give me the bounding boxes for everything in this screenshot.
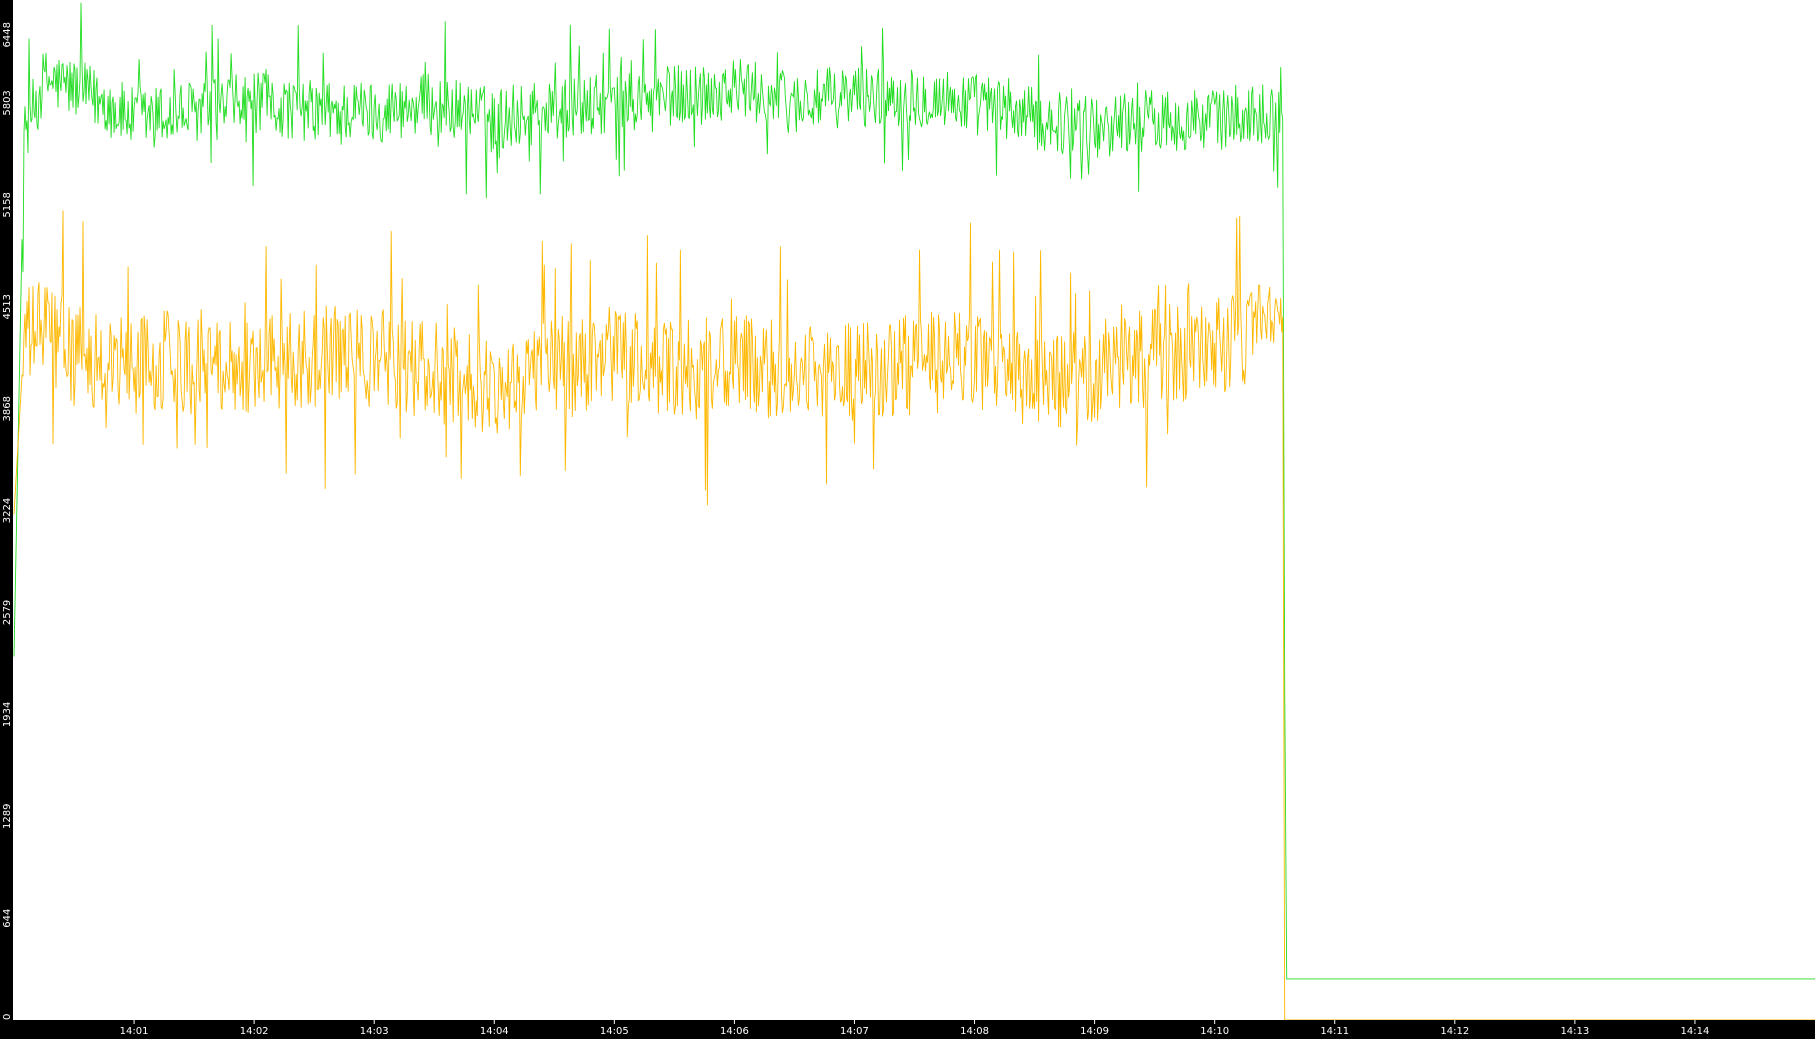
y-tick-label: 0	[2, 1014, 13, 1020]
y-tick-label: 3868	[2, 396, 13, 421]
line-chart: 0 644 1289 1934 2579 3224 3868 4513 5158 5803 6448…	[0, 0, 1815, 1039]
y-tick-label: 5158	[2, 192, 13, 217]
x-tick-label: 14:12	[1440, 1026, 1469, 1037]
y-tick-label: 1934	[2, 702, 13, 727]
x-tick-label: 14:08	[960, 1026, 989, 1037]
y-tick-label: 2579	[2, 600, 13, 625]
x-tick-label: 14:13	[1560, 1026, 1589, 1037]
x-tick-label: 14:11	[1320, 1026, 1349, 1037]
x-tick-label: 14:09	[1080, 1026, 1109, 1037]
y-tick-label: 6448	[2, 22, 13, 47]
y-tick-label: 1289	[2, 804, 13, 829]
plot-background	[0, 0, 1815, 1039]
x-tick-label: 14:14	[1681, 1026, 1710, 1037]
x-tick-label: 14:07	[840, 1026, 869, 1037]
x-tick-label: 14:01	[120, 1026, 149, 1037]
y-tick-label: 3224	[2, 498, 13, 523]
chart-svg: 0 644 1289 1934 2579 3224 3868 4513 5158 5803 6448…	[0, 0, 1815, 1039]
x-tick-label: 14:05	[600, 1026, 629, 1037]
x-tick-label: 14:02	[240, 1026, 269, 1037]
y-tick-label: 4513	[2, 294, 13, 319]
x-tick-label: 14:04	[480, 1026, 509, 1037]
x-tick-label: 14:03	[360, 1026, 389, 1037]
y-tick-label: 644	[2, 909, 13, 928]
x-tick-label: 14:10	[1200, 1026, 1229, 1037]
y-tick-label: 5803	[2, 90, 13, 115]
x-tick-label: 14:06	[720, 1026, 749, 1037]
x-axis-strip	[0, 1020, 1815, 1039]
